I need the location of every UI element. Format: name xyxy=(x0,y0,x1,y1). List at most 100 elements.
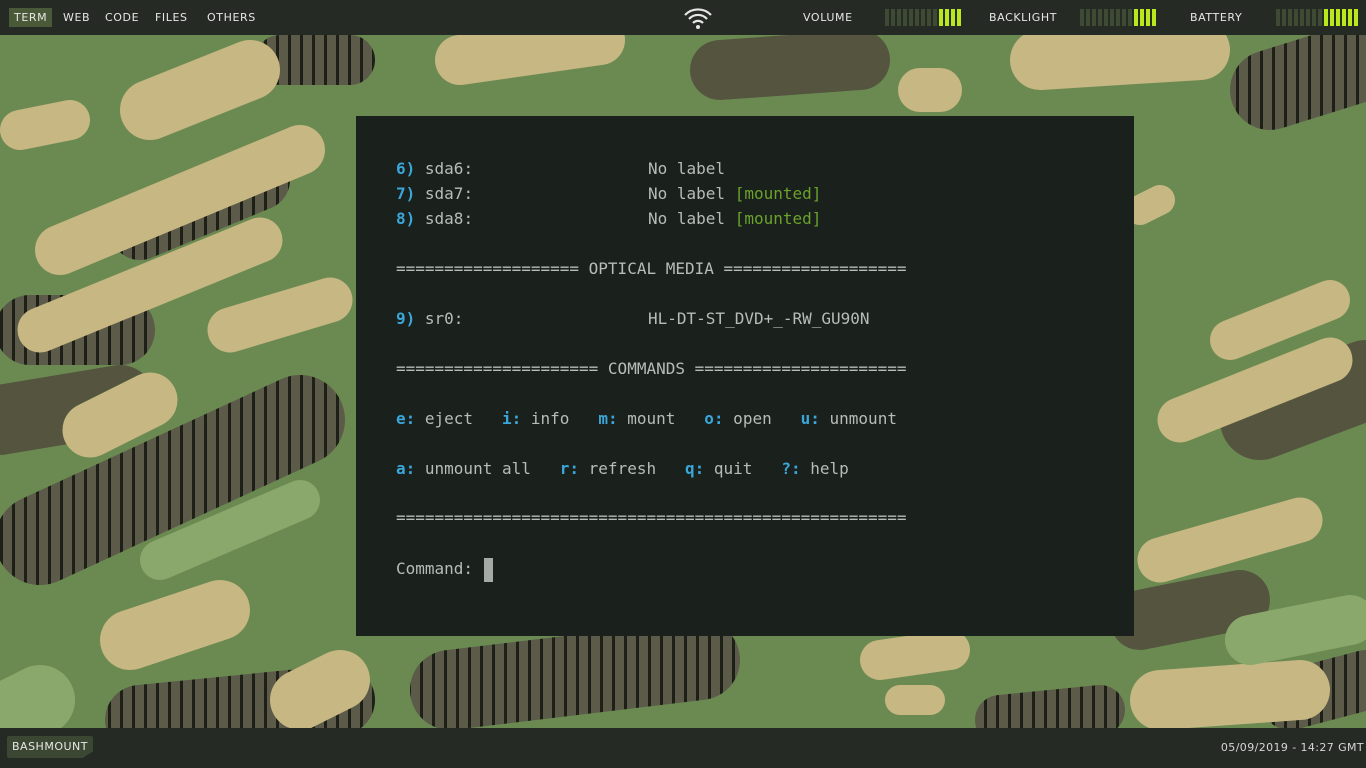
command-refresh: refresh xyxy=(579,459,657,478)
battery-label: BATTERY xyxy=(1190,11,1243,24)
command-unmount-all: unmount all xyxy=(415,459,531,478)
device-name: sr0: xyxy=(424,309,464,328)
terminal-window[interactable]: 6) sda6: No label 7) sda7: No label [mount… xyxy=(356,116,1134,636)
command-open: open xyxy=(723,409,772,428)
device-name: sda7: xyxy=(424,184,474,203)
volume-label: VOLUME xyxy=(803,11,853,24)
meter-segment xyxy=(945,9,949,26)
optical-device-row: 9) sr0: HL-DT-ST_DVD+_-RW_GU90N xyxy=(396,306,870,331)
meter-segment xyxy=(1330,9,1334,26)
device-row: 7) sda7: No label [mounted] xyxy=(396,181,821,206)
meter-segment xyxy=(1110,9,1114,26)
device-name: sda8: xyxy=(424,209,474,228)
battery-meter xyxy=(1276,9,1358,26)
meter-segment xyxy=(1342,9,1346,26)
workspace-web[interactable]: WEB xyxy=(58,8,95,27)
meter-segment xyxy=(1116,9,1120,26)
taskbar-item-bashmount[interactable]: BASHMOUNT xyxy=(7,736,93,758)
device-label: No label xyxy=(648,159,726,178)
workspace-term[interactable]: TERM xyxy=(9,8,53,27)
command-key-unmount-all: a: xyxy=(396,459,416,478)
workspace-files[interactable]: FILES xyxy=(150,8,193,27)
meter-segment xyxy=(1294,9,1298,26)
workspace-code[interactable]: CODE xyxy=(100,8,144,27)
mounted-status: [mounted] xyxy=(734,184,822,203)
meter-segment xyxy=(1348,9,1352,26)
device-number: 8) xyxy=(396,209,416,228)
meter-segment xyxy=(891,9,895,26)
meter-segment xyxy=(885,9,889,26)
device-label: HL-DT-ST_DVD+_-RW_GU90N xyxy=(648,309,870,328)
meter-segment xyxy=(915,9,919,26)
backlight-label: BACKLIGHT xyxy=(989,11,1058,24)
command-prompt-line[interactable]: Command: xyxy=(396,556,493,582)
meter-segment xyxy=(1318,9,1322,26)
meter-segment xyxy=(1324,9,1328,26)
meter-segment xyxy=(1152,9,1156,26)
meter-segment xyxy=(1128,9,1132,26)
command-mount: mount xyxy=(617,409,676,428)
command-info: info xyxy=(521,409,570,428)
meter-segment xyxy=(1086,9,1090,26)
command-quit: quit xyxy=(704,459,753,478)
command-key-help: ?: xyxy=(781,459,801,478)
meter-segment xyxy=(1146,9,1150,26)
wifi-icon[interactable] xyxy=(681,5,715,31)
mounted-status: [mounted] xyxy=(734,209,822,228)
meter-segment xyxy=(957,9,961,26)
clock: 05/09/2019 - 14:27 GMT xyxy=(1220,741,1364,754)
commands-row: a: unmount all r: refresh q: quit ?: hel… xyxy=(396,456,849,481)
bottom-panel: BASHMOUNT 05/09/2019 - 14:27 GMT xyxy=(0,728,1366,768)
command-key-quit: q: xyxy=(685,459,705,478)
meter-segment xyxy=(903,9,907,26)
command-key-unmount: u: xyxy=(800,409,820,428)
command-key-info: i: xyxy=(501,409,522,428)
meter-segment xyxy=(939,9,943,26)
backlight-meter[interactable] xyxy=(1080,9,1156,26)
meter-segment xyxy=(927,9,931,26)
volume-meter[interactable] xyxy=(885,9,961,26)
device-label: No label xyxy=(648,184,726,203)
workspace-others[interactable]: OTHERS xyxy=(202,8,261,27)
command-prompt: Command: xyxy=(396,559,483,578)
commands-row: e: eject i: info m: mount o: open u: unm… xyxy=(396,406,897,431)
footer-rule: ========================================… xyxy=(396,508,907,527)
meter-segment xyxy=(1354,9,1358,26)
device-name: sda6: xyxy=(424,159,474,178)
text-cursor[interactable] xyxy=(483,557,493,582)
commands-header: ===================== COMMANDS =========… xyxy=(396,359,907,378)
device-number: 9) xyxy=(396,309,416,328)
meter-segment xyxy=(1104,9,1108,26)
meter-segment xyxy=(1300,9,1304,26)
meter-segment xyxy=(1092,9,1096,26)
meter-segment xyxy=(1306,9,1310,26)
meter-segment xyxy=(933,9,937,26)
meter-segment xyxy=(1098,9,1102,26)
device-label: No label xyxy=(648,209,726,228)
command-help: help xyxy=(800,459,849,478)
device-row: 8) sda8: No label [mounted] xyxy=(396,206,821,231)
device-row: 6) sda6: No label xyxy=(396,156,725,181)
meter-segment xyxy=(1140,9,1144,26)
command-eject: eject xyxy=(415,409,474,428)
meter-segment xyxy=(1276,9,1280,26)
meter-segment xyxy=(1312,9,1316,26)
meter-segment xyxy=(951,9,955,26)
optical-media-header: =================== OPTICAL MEDIA ======… xyxy=(396,259,907,278)
device-number: 7) xyxy=(396,184,416,203)
meter-segment xyxy=(1288,9,1292,26)
command-unmount: unmount xyxy=(819,409,897,428)
meter-segment xyxy=(921,9,925,26)
device-number: 6) xyxy=(396,159,416,178)
meter-segment xyxy=(897,9,901,26)
command-key-open: o: xyxy=(704,409,724,428)
meter-segment xyxy=(1080,9,1084,26)
command-key-mount: m: xyxy=(598,409,618,428)
command-key-refresh: r: xyxy=(559,459,580,478)
command-key-eject: e: xyxy=(396,409,416,428)
meter-segment xyxy=(1122,9,1126,26)
meter-segment xyxy=(909,9,913,26)
meter-segment xyxy=(1336,9,1340,26)
top-panel: TERM WEB CODE FILES OTHERS VOLUME BACKLI… xyxy=(0,0,1366,35)
meter-segment xyxy=(1282,9,1286,26)
